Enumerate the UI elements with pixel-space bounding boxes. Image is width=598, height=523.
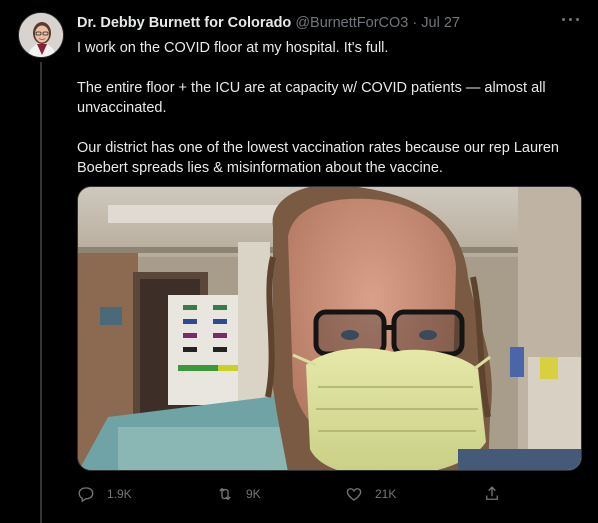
avatar[interactable] xyxy=(18,12,64,58)
tweet-paragraph: Our district has one of the lowest vacci… xyxy=(77,140,564,176)
tweet-photo[interactable] xyxy=(77,186,582,471)
share-button[interactable] xyxy=(483,482,513,506)
retweet-count: 9K xyxy=(246,487,261,501)
like-count: 21K xyxy=(375,487,397,501)
tweet-header: Dr. Debby Burnett for Colorado @BurnettF… xyxy=(77,14,564,34)
reply-icon xyxy=(78,487,94,503)
retweet-button[interactable]: 9K xyxy=(216,482,261,506)
author-name[interactable]: Dr. Debby Burnett for Colorado xyxy=(77,15,291,31)
share-icon xyxy=(486,486,498,500)
thread-connector-line xyxy=(40,62,42,523)
tweet-paragraph: I work on the COVID floor at my hospital… xyxy=(77,40,389,56)
retweet-icon xyxy=(219,487,231,501)
tweet-text: I work on the COVID floor at my hospital… xyxy=(77,38,582,178)
reply-button[interactable]: 1.9K xyxy=(77,482,132,506)
tweet[interactable]: Dr. Debby Burnett for Colorado @BurnettF… xyxy=(0,0,598,523)
heart-icon xyxy=(346,488,362,501)
tweet-date[interactable]: Jul 27 xyxy=(421,15,460,31)
tweet-paragraph: The entire floor + the ICU are at capaci… xyxy=(77,80,550,116)
more-icon[interactable] xyxy=(560,10,582,28)
reply-count: 1.9K xyxy=(107,487,132,501)
like-button[interactable]: 21K xyxy=(345,482,396,506)
tweet-actions: 1.9K 9K 21K xyxy=(77,482,517,506)
header-separator: · xyxy=(412,15,418,31)
author-handle[interactable]: @BurnettForCO3 xyxy=(295,15,408,31)
